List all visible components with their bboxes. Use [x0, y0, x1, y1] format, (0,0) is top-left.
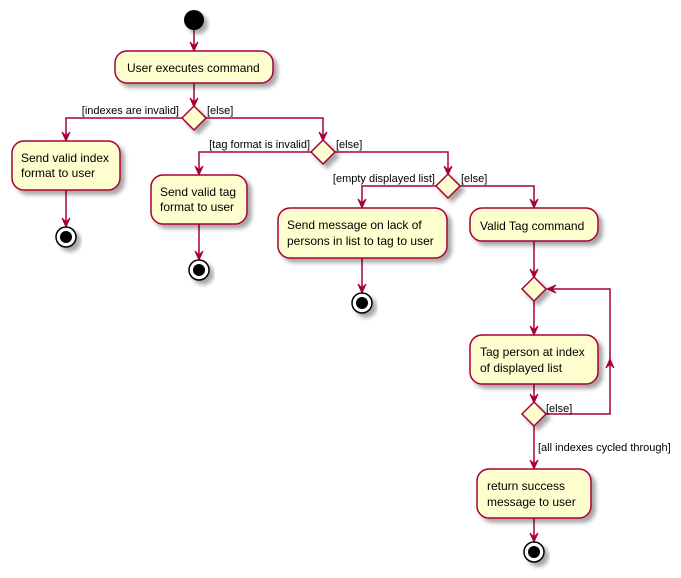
edge-decision-2-to-send-tag — [198, 151, 311, 174]
action-label-line-1: Send valid tag — [160, 185, 236, 199]
action-label-line-2: message to user — [487, 495, 576, 509]
guard-tag-format-invalid: [tag format is invalid] — [209, 139, 310, 151]
action-label: User executes command — [127, 61, 260, 75]
start-node — [184, 10, 204, 30]
action-send-valid-tag-format: Send valid tag format to user — [150, 174, 248, 225]
action-label-line-1: Send message on lack of — [287, 218, 422, 232]
guard-empty-displayed-list: [empty displayed list] — [333, 173, 435, 185]
decision-loop-condition — [520, 400, 548, 428]
action-label-line-1: Send valid index — [21, 151, 109, 165]
decision-indexes-valid — [180, 104, 208, 132]
decision-displayed-list-empty — [434, 172, 462, 200]
action-label-line-2: of displayed list — [480, 361, 563, 375]
edge-decision-3-to-send-lack — [361, 185, 436, 207]
activity-diagram: User executes command Send valid index f… — [11, 10, 671, 563]
action-label-line-2: format to user — [21, 166, 95, 180]
action-user-executes-command: User executes command — [114, 50, 274, 84]
action-label-line-1: Tag person at index — [480, 345, 585, 359]
edge-decision-1-to-decision-2 — [206, 117, 324, 140]
end-node-lack-of-persons — [351, 292, 373, 314]
action-label: Valid Tag command — [480, 219, 584, 233]
end-node-index-format — [55, 226, 77, 248]
guard-loop-else: [else] — [546, 403, 572, 415]
guard-all-indexes-cycled: [all indexes cycled through] — [538, 442, 671, 454]
action-label-line-2: persons in list to tag to user — [287, 234, 434, 248]
action-label-line-2: format to user — [160, 200, 234, 214]
guard-else-2: [else] — [336, 139, 362, 151]
end-node-success — [523, 541, 545, 563]
guard-else-1: [else] — [207, 105, 233, 117]
edge-decision-3-to-valid-tag — [460, 185, 535, 207]
action-valid-tag-command: Valid Tag command — [469, 207, 599, 242]
action-tag-person-at-index: Tag person at index of displayed list — [469, 334, 599, 385]
end-node-tag-format — [188, 259, 210, 281]
edge-decision-1-to-send-index — [65, 117, 182, 140]
action-label-line-1: return success — [487, 479, 565, 493]
guard-indexes-invalid: [indexes are invalid] — [82, 105, 179, 117]
edge-decision-2-to-decision-3 — [335, 151, 449, 174]
decision-tag-format-valid — [309, 138, 337, 166]
action-send-lack-of-persons-message: Send message on lack of persons in list … — [277, 207, 448, 259]
action-send-valid-index-format: Send valid index format to user — [11, 140, 121, 191]
action-return-success-message: return success message to user — [476, 468, 592, 519]
loop-merge-node — [520, 275, 548, 303]
guard-else-3: [else] — [461, 173, 487, 185]
